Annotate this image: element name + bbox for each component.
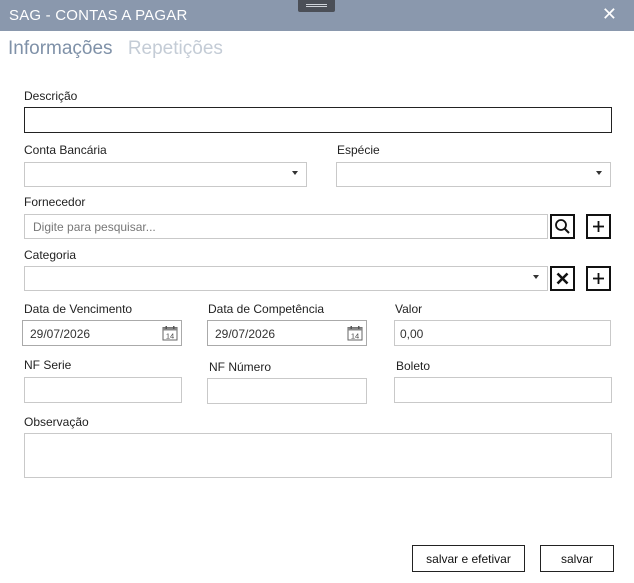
categoria-select[interactable] xyxy=(24,266,548,291)
add-categoria-button[interactable] xyxy=(586,266,611,291)
search-fornecedor-button[interactable] xyxy=(550,214,575,239)
descricao-input[interactable] xyxy=(24,107,612,133)
data-vencimento-picker[interactable]: 29/07/2026 14 xyxy=(22,320,182,346)
especie-select[interactable] xyxy=(336,162,611,187)
window-title: SAG - CONTAS A PAGAR xyxy=(9,7,188,24)
clear-icon xyxy=(556,272,569,285)
close-icon[interactable]: ✕ xyxy=(602,4,617,25)
window-grip-icon[interactable] xyxy=(298,0,335,12)
fornecedor-input[interactable]: Digite para pesquisar... xyxy=(24,214,548,239)
valor-input[interactable]: 0,00 xyxy=(394,320,611,346)
dropdown-arrow-icon[interactable] xyxy=(533,275,539,279)
nf-serie-label: NF Serie xyxy=(24,358,72,372)
clear-categoria-button[interactable] xyxy=(550,266,575,291)
nf-numero-label: NF Número xyxy=(209,360,272,374)
salvar-e-efetivar-button[interactable]: salvar e efetivar xyxy=(412,545,525,572)
data-vencimento-label: Data de Vencimento xyxy=(24,302,133,316)
tab-informacoes[interactable]: Informações xyxy=(8,38,113,60)
salvar-button[interactable]: salvar xyxy=(540,545,614,572)
calendar-day-text: 14 xyxy=(166,332,174,341)
data-competencia-label: Data de Competência xyxy=(208,302,325,316)
calendar-icon[interactable]: 14 xyxy=(162,325,178,341)
observacao-label: Observação xyxy=(24,415,89,429)
data-vencimento-value: 29/07/2026 xyxy=(30,327,91,341)
calendar-day-text: 14 xyxy=(351,332,359,341)
tab-repeticoes[interactable]: Repetições xyxy=(128,38,223,60)
categoria-label: Categoria xyxy=(24,248,77,262)
search-icon xyxy=(555,219,570,234)
boleto-input[interactable] xyxy=(394,377,612,403)
add-icon xyxy=(593,221,604,232)
nf-numero-input[interactable] xyxy=(207,378,367,404)
data-competencia-picker[interactable]: 29/07/2026 14 xyxy=(207,320,367,346)
especie-label: Espécie xyxy=(337,143,380,157)
conta-bancaria-label: Conta Bancária xyxy=(24,143,107,157)
valor-label: Valor xyxy=(395,302,423,316)
fornecedor-label: Fornecedor xyxy=(24,195,86,209)
nf-serie-input[interactable] xyxy=(24,377,182,403)
valor-value: 0,00 xyxy=(400,327,424,341)
add-fornecedor-button[interactable] xyxy=(586,214,611,239)
observacao-textarea[interactable] xyxy=(24,433,612,478)
boleto-label: Boleto xyxy=(396,359,431,373)
data-competencia-value: 29/07/2026 xyxy=(215,327,276,341)
calendar-icon[interactable]: 14 xyxy=(347,325,363,341)
dropdown-arrow-icon[interactable] xyxy=(596,171,602,175)
conta-bancaria-select[interactable] xyxy=(24,162,307,187)
tab-bar: Informações Repetições xyxy=(8,38,233,60)
fornecedor-placeholder: Digite para pesquisar... xyxy=(33,220,156,234)
dropdown-arrow-icon[interactable] xyxy=(292,171,298,175)
descricao-label: Descrição xyxy=(24,89,78,103)
add-icon xyxy=(593,273,604,284)
